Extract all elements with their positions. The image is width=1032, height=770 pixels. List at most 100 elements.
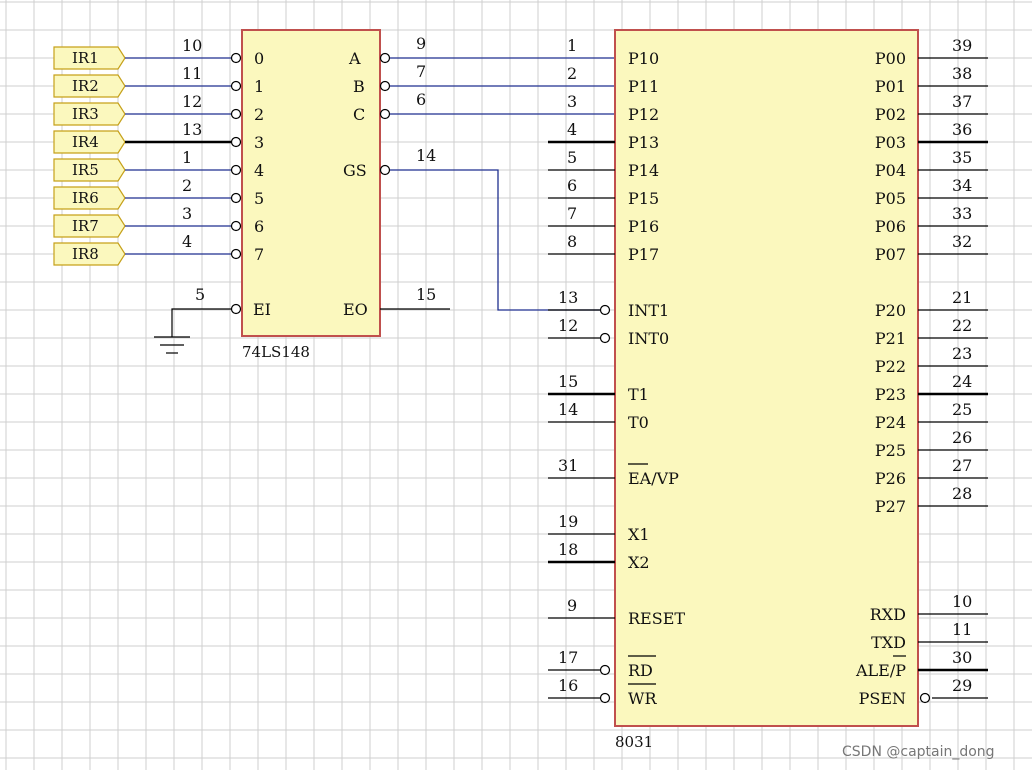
encoder-input-label: 2 xyxy=(254,105,264,124)
mcu-pin-label: P03 xyxy=(875,133,906,152)
pin-number: 35 xyxy=(952,148,972,167)
mcu-pin-label: P01 xyxy=(875,77,906,96)
ir-tag: IR8 xyxy=(53,242,126,266)
ir-tag-label: IR3 xyxy=(72,105,99,123)
mcu-pin-label: P26 xyxy=(875,469,906,488)
mcu-pin-label: P12 xyxy=(628,105,659,124)
mcu-pin-label: T1 xyxy=(628,385,649,404)
mcu-pin-label: T0 xyxy=(628,413,649,432)
mcu-pin-label: RXD xyxy=(870,605,906,624)
pin-number: 15 xyxy=(558,372,578,391)
mcu-pin-label: P17 xyxy=(628,245,659,264)
pin-number: 22 xyxy=(952,316,972,335)
encoder-output-label: C xyxy=(353,105,365,124)
ir-tag-label: IR7 xyxy=(72,217,99,235)
pin-number: 3 xyxy=(567,92,577,111)
mcu-pin-label: P27 xyxy=(875,497,906,516)
mcu-pin-label: INT0 xyxy=(628,329,669,348)
mcu-pin-label: P22 xyxy=(875,357,906,376)
pin-number: 1 xyxy=(567,36,577,55)
mcu-pin-label: P20 xyxy=(875,301,906,320)
mcu-pin-label: P11 xyxy=(628,77,659,96)
mcu-pin-label: ALE/P xyxy=(855,661,906,680)
mcu-pin-label: P06 xyxy=(875,217,906,236)
encoder-ei-label: EI xyxy=(253,300,271,319)
pin-number: 11 xyxy=(952,620,972,639)
pin-number: 6 xyxy=(416,90,426,109)
pin-number: 25 xyxy=(952,400,972,419)
encoder-eo-label: EO xyxy=(343,300,368,319)
pin-number: 32 xyxy=(952,232,972,251)
pin-number: 3 xyxy=(182,204,192,223)
mcu-right-pins: 39 P00 38 P01 37 P02 36 P03 35 P04 34 P05 33 P06 32 P07… xyxy=(855,36,988,708)
encoder-output-label: A xyxy=(348,49,361,68)
ir-tag: IR6 xyxy=(53,186,126,210)
pin-number: 16 xyxy=(558,676,578,695)
mcu-pin-label: P13 xyxy=(628,133,659,152)
pin-number: 18 xyxy=(558,540,578,559)
pin-number: 8 xyxy=(567,232,577,251)
mcu-pin-label: RD xyxy=(628,661,653,680)
pin-number: 24 xyxy=(952,372,972,391)
pin-number: 34 xyxy=(952,176,972,195)
pin-number: 13 xyxy=(558,288,578,307)
encoder-input-label: 6 xyxy=(254,217,264,236)
pin-number: 37 xyxy=(952,92,972,111)
pin-number: 12 xyxy=(558,316,578,335)
ground-symbol xyxy=(154,336,190,354)
pin-number: 29 xyxy=(952,676,972,695)
encoder-output-label: GS xyxy=(343,161,367,180)
pin-number: 4 xyxy=(182,232,192,251)
mcu-pin-label: P07 xyxy=(875,245,906,264)
encoder-output-gs: GS 14 xyxy=(343,146,600,311)
pin-number: 10 xyxy=(952,592,972,611)
ir-tag-label: IR4 xyxy=(72,133,99,151)
encoder-output-label: B xyxy=(353,77,365,96)
pin-number: 15 xyxy=(416,285,436,304)
pin-number: 12 xyxy=(182,92,202,111)
watermark: CSDN @captain_dong xyxy=(842,744,995,760)
pin-number: 4 xyxy=(567,120,577,139)
mcu-pin-label: EA/VP xyxy=(628,469,679,488)
pin-number: 17 xyxy=(558,648,578,667)
schematic-canvas: 74LS148 IR1IR2IR3IR4IR5IR6IR7IR8 1001111… xyxy=(0,0,1032,770)
pin-number: 19 xyxy=(558,512,578,531)
pin-number: 7 xyxy=(567,204,577,223)
encoder-chip: 74LS148 IR1IR2IR3IR4IR5IR6IR7IR8 1001111… xyxy=(53,29,615,361)
ir-tag-label: IR1 xyxy=(72,49,99,67)
pin-number: 6 xyxy=(567,176,577,195)
encoder-name: 74LS148 xyxy=(242,343,310,361)
pin-number: 13 xyxy=(182,120,202,139)
mcu-pin-label: P02 xyxy=(875,105,906,124)
ir-tag: IR7 xyxy=(53,214,126,238)
encoder-input-label: 3 xyxy=(254,133,264,152)
pin-number: 27 xyxy=(952,456,972,475)
ir-tag: IR5 xyxy=(53,158,126,182)
mcu-pin-label: P24 xyxy=(875,413,906,432)
mcu-pin-label: P16 xyxy=(628,217,659,236)
pin-number: 38 xyxy=(952,64,972,83)
ir-tag: IR1 xyxy=(53,46,126,70)
mcu-pin-label: P05 xyxy=(875,189,906,208)
mcu-name: 8031 xyxy=(615,733,653,751)
mcu-pin-label: TXD xyxy=(871,633,906,652)
pin-number: 11 xyxy=(182,64,202,83)
encoder-input-label: 4 xyxy=(254,161,264,180)
mcu-pin-label: P25 xyxy=(875,441,906,460)
mcu-pin-label: P00 xyxy=(875,49,906,68)
mcu-pin-label: P23 xyxy=(875,385,906,404)
pin-number: 1 xyxy=(182,148,192,167)
mcu-pin-label: X2 xyxy=(628,553,650,572)
ir-tag-label: IR8 xyxy=(72,245,99,263)
pin-number: 31 xyxy=(558,456,578,475)
mcu-pin-label: P21 xyxy=(875,329,906,348)
pin-number: 7 xyxy=(416,62,426,81)
pin-number: 9 xyxy=(567,596,577,615)
pin-number: 28 xyxy=(952,484,972,503)
encoder-body xyxy=(241,29,381,337)
pin-number: 33 xyxy=(952,204,972,223)
pin-number: 2 xyxy=(567,64,577,83)
pin-number: 10 xyxy=(182,36,202,55)
pin-number: 23 xyxy=(952,344,972,363)
ir-tag-label: IR5 xyxy=(72,161,99,179)
